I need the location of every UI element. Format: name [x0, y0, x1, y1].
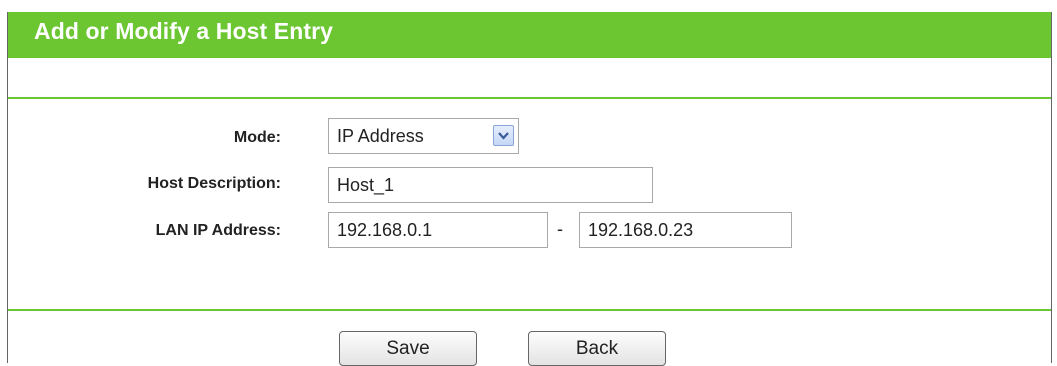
- host-description-label: Host Description:: [147, 175, 281, 192]
- mode-label: Mode:: [233, 129, 281, 146]
- lan-ip-end-input[interactable]: 192.168.0.23: [579, 212, 792, 248]
- chevron-down-icon: [498, 132, 509, 140]
- lan-ip-label: LAN IP Address:: [155, 222, 281, 239]
- host-entry-panel: Add or Modify a Host Entry Mode: IP Addr…: [7, 12, 1052, 366]
- back-button[interactable]: Back: [528, 331, 666, 366]
- title-bar: Add or Modify a Host Entry: [8, 12, 1051, 58]
- lan-ip-start-input[interactable]: 192.168.0.1: [328, 212, 548, 248]
- divider-top: [8, 97, 1051, 99]
- mode-select[interactable]: IP Address: [328, 118, 519, 154]
- ip-range-separator: -: [557, 219, 563, 239]
- mode-selected-value: IP Address: [337, 126, 424, 146]
- mode-dropdown-button[interactable]: [493, 125, 514, 146]
- host-description-input[interactable]: Host_1: [328, 167, 653, 203]
- divider-bottom: [8, 309, 1051, 311]
- page-title: Add or Modify a Host Entry: [34, 18, 334, 44]
- save-button[interactable]: Save: [339, 331, 477, 366]
